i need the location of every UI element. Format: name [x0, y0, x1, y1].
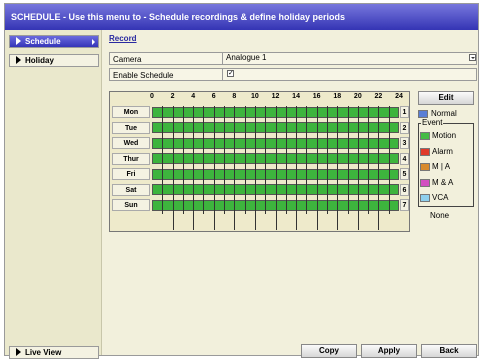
day-label: Wed: [112, 137, 150, 149]
hour-label: 14: [292, 93, 300, 100]
sidebar-item-schedule[interactable]: Schedule: [9, 35, 99, 48]
event-swatch: [420, 163, 430, 171]
hour-gridline: [368, 106, 370, 214]
camera-label: Camera: [113, 55, 142, 64]
hour-gridline: [172, 106, 174, 230]
hour-gridline: [193, 106, 195, 230]
day-copy-index[interactable]: 5: [400, 168, 409, 180]
legend-event-label: M | A: [432, 162, 451, 171]
day-label: Sun: [112, 199, 150, 211]
day-copy-index[interactable]: 1: [400, 106, 409, 118]
hour-gridline: [182, 106, 184, 214]
hour-gridline: [275, 106, 277, 230]
hour-label: 22: [374, 93, 383, 100]
back-button[interactable]: Back: [421, 344, 477, 358]
enable-schedule-checkbox[interactable]: ✓: [227, 70, 234, 77]
camera-value: Analogue 1: [226, 53, 267, 62]
day-copy-index[interactable]: 4: [400, 152, 409, 165]
hour-gridline: [337, 106, 339, 230]
hour-label: 6: [211, 93, 216, 100]
sidebar-item-holiday[interactable]: Holiday: [9, 54, 99, 67]
chevron-right-icon: [92, 39, 95, 45]
day-copy-index[interactable]: 7: [400, 199, 409, 211]
hour-label: 2: [170, 93, 175, 100]
hour-label: 10: [251, 93, 259, 100]
day-label: Sat: [112, 183, 150, 196]
day-copy-index[interactable]: 3: [400, 137, 409, 149]
hour-gridline: [306, 106, 308, 214]
hour-gridline: [203, 106, 205, 214]
copy-button[interactable]: Copy: [301, 344, 357, 358]
day-label: Thur: [112, 152, 150, 165]
hour-gridline: [224, 106, 226, 214]
sidebar-item-label: Schedule: [25, 37, 61, 46]
chevron-down-icon[interactable]: [469, 54, 476, 61]
hour-gridline: [378, 106, 380, 230]
schedule-grid[interactable]: 0 2 4 6 8 10 12 14 16 18 20 22 24 Mon 1 Tue 2 Wed 3 Thur 4 Fr…: [109, 91, 410, 232]
hour-gridline: [234, 106, 236, 230]
hour-gridline: [254, 106, 256, 230]
hour-label: 12: [271, 93, 280, 100]
edit-button[interactable]: Edit: [418, 91, 474, 105]
hour-label: 24: [395, 93, 403, 100]
camera-select[interactable]: Analogue 1: [222, 52, 478, 65]
event-swatch: [420, 132, 430, 140]
hour-gridline: [357, 106, 359, 230]
hour-gridline: [162, 106, 164, 214]
arrow-right-icon: [16, 56, 21, 64]
hour-gridline: [265, 106, 267, 214]
hour-gridline: [285, 106, 287, 214]
sidebar: Schedule Holiday Live View: [5, 30, 102, 359]
apply-button[interactable]: Apply: [361, 344, 417, 358]
main-panel: Record Camera Analogue 1 Enable Schedule…: [105, 30, 478, 358]
arrow-right-icon: [16, 37, 21, 45]
day-label: Tue: [112, 121, 150, 134]
day-copy-index[interactable]: 2: [400, 121, 409, 134]
hour-label: 20: [353, 93, 362, 100]
hour-label: 4: [191, 93, 196, 100]
hour-gridline: [347, 106, 349, 214]
legend-event-label: M & A: [432, 177, 454, 187]
sidebar-item-label: Holiday: [25, 56, 54, 65]
hour-label: 18: [333, 93, 342, 100]
legend-event-label: Motion: [432, 131, 457, 140]
hour-gridline: [213, 106, 215, 230]
hour-gridline: [244, 106, 246, 214]
event-swatch: [420, 194, 430, 202]
hour-gridline: [296, 106, 298, 230]
tab-record[interactable]: Record: [109, 34, 137, 43]
legend-event-title: Event: [421, 118, 444, 128]
day-label: Mon: [112, 106, 150, 118]
event-swatch: [420, 147, 430, 156]
hour-label: 0: [150, 93, 154, 100]
hour-gridline: [326, 106, 328, 214]
enable-schedule-label: Enable Schedule: [113, 71, 174, 80]
legend-event-label: VCA: [432, 193, 449, 202]
live-view-button[interactable]: Live View: [9, 346, 99, 359]
day-label: Fri: [112, 168, 150, 180]
check-icon: ✓: [228, 70, 234, 77]
arrow-right-icon: [16, 348, 21, 356]
hour-label: 8: [232, 93, 237, 100]
day-copy-index[interactable]: 6: [400, 183, 409, 196]
hour-label: 16: [312, 93, 321, 100]
camera-row: Camera Analogue 1: [109, 52, 477, 65]
hour-gridline: [388, 106, 390, 214]
live-view-label: Live View: [25, 348, 62, 357]
schedule-window: SCHEDULE - Use this menu to - Schedule r…: [4, 3, 479, 359]
normal-swatch: [418, 110, 428, 118]
legend-none: None: [430, 211, 450, 220]
hour-gridline: [316, 106, 318, 230]
legend-event-label: Alarm: [432, 146, 453, 156]
enable-schedule-row: Enable Schedule ✓: [109, 68, 477, 81]
enable-schedule-cell: ✓: [222, 68, 478, 81]
event-swatch: [420, 178, 430, 187]
event-legend-box: Motion Alarm M | A M & A VCA: [418, 123, 474, 207]
window-title: SCHEDULE - Use this menu to - Schedule r…: [5, 4, 478, 30]
